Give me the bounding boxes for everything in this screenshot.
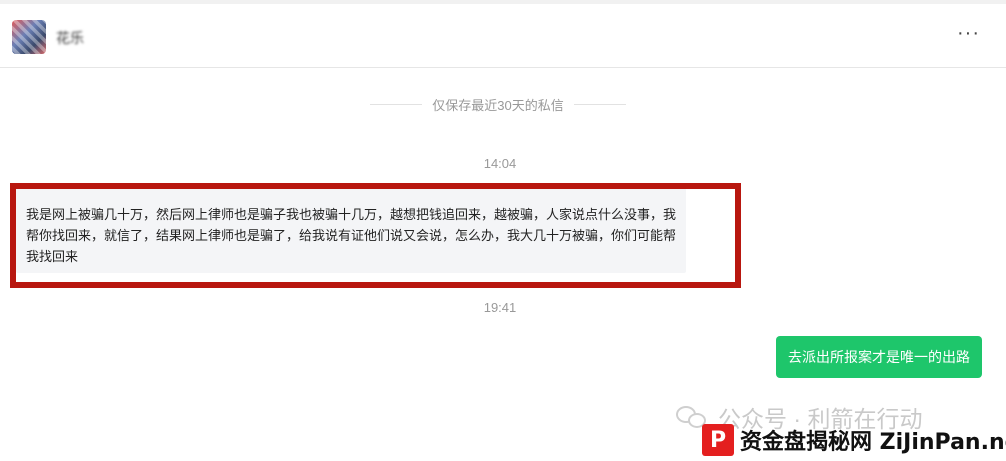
- red-highlight-frame: [10, 183, 741, 288]
- brand-logo-icon: P: [702, 424, 734, 456]
- divider-line-left: [370, 103, 423, 105]
- retention-notice-text: 仅保存最近30天的私信: [432, 97, 564, 113]
- avatar[interactable]: [12, 20, 46, 54]
- message-timestamp: 19:41: [483, 300, 517, 315]
- outgoing-message-bubble[interactable]: 去派出所报案才是唯一的出路: [776, 336, 982, 378]
- brand-text: 资金盘揭秘网 ZiJinPan.net: [740, 430, 1006, 455]
- more-options-icon[interactable]: ···: [957, 22, 980, 45]
- message-timestamp: 14:04: [483, 156, 517, 171]
- divider-line-right: [573, 103, 626, 105]
- retention-notice: 仅保存最近30天的私信: [370, 94, 626, 114]
- site-brand-watermark: P 资金盘揭秘网 ZiJinPan.net: [702, 424, 1006, 456]
- contact-name[interactable]: 花乐: [56, 28, 84, 48]
- chat-header: 花乐 ···: [0, 4, 1006, 68]
